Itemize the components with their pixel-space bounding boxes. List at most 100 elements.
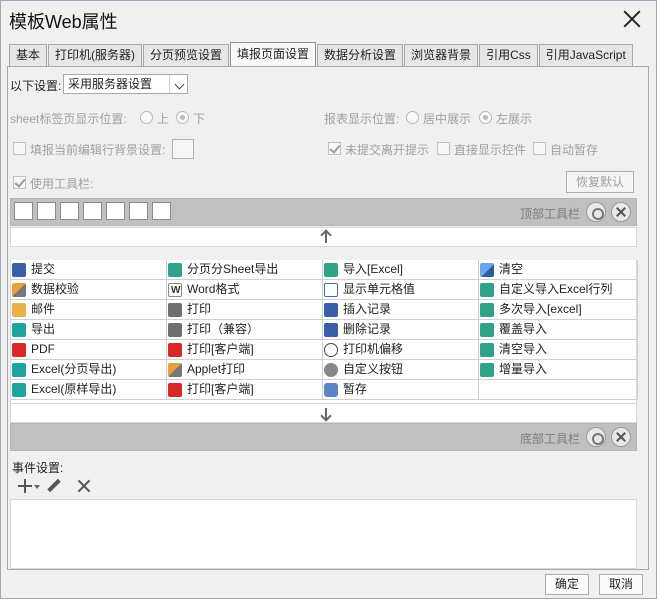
verify-icon[interactable] [37,202,56,220]
grid-button[interactable]: 自定义导入Excel行列 [479,280,638,300]
remove-icon[interactable] [76,478,92,494]
grid-button[interactable]: 打印[客户端] [167,380,323,400]
move-up-strip[interactable] [10,227,637,247]
dropdown-caret-icon[interactable] [34,485,40,489]
restore-default-button[interactable]: 恢复默认 [566,171,634,193]
mode-select[interactable]: 采用服务器设置 [63,74,188,94]
paint-bucket-icon[interactable] [172,139,194,159]
grid-button[interactable]: 自定义按钮 [323,360,479,380]
move-down-strip[interactable] [10,403,637,423]
grid-button[interactable]: 分页分Sheet导出 [167,260,323,280]
use-toolbar-checkbox[interactable] [13,176,26,189]
grid-button[interactable]: Excel(分页导出) [11,360,167,380]
teal-icon [12,383,26,397]
tab-fill-page[interactable]: 填报页面设置 [230,42,317,66]
grid-button[interactable]: 覆盖导入 [479,320,638,340]
grid-button [479,380,638,400]
grid-button-label: 清空 [499,262,524,276]
grid-button-label: 打印[客户端] [187,342,254,356]
edit-icon[interactable] [47,478,61,493]
sheet-up-label: 上 [157,112,170,126]
submit-icon[interactable] [14,202,33,220]
unsubmit-checkbox[interactable] [328,142,341,155]
sheet-position-label: sheet标签页显示位置: [10,112,127,126]
report-center-label: 居中展示 [423,112,472,126]
tab-page-preview[interactable]: 分页预览设置 [143,44,230,66]
print-icon[interactable] [60,202,79,220]
add-icon[interactable] [18,479,32,493]
event-list[interactable] [10,499,637,569]
delete-icon[interactable] [611,427,631,447]
grid-button[interactable]: 打印机偏移 [323,340,479,360]
blank-icon[interactable] [152,202,171,220]
grid-button-label: 增量导入 [499,362,548,376]
autosave-checkbox[interactable] [533,142,546,155]
top-toolbar-bar: 顶部工具栏 [10,198,637,226]
grid-button-label: 打印机偏移 [343,342,404,356]
eraser-icon [480,263,494,277]
ok-button[interactable]: 确定 [545,574,589,595]
sheet-up-radio[interactable] [140,111,153,124]
gray-icon [168,323,182,337]
grid-button[interactable]: 删除记录 [323,320,479,340]
grid-button[interactable]: 提交 [11,260,167,280]
grid-button[interactable]: 打印[客户端] [167,340,323,360]
grid-button-label: Word格式 [187,282,240,296]
tab-browser-bg[interactable]: 浏览器背景 [404,44,479,66]
insert-row-icon[interactable] [129,202,148,220]
dialog-window: 模板Web属性 基本 打印机(服务器) 分页预览设置 填报页面设置 数据分析设置… [0,0,657,599]
direct-control-checkbox[interactable] [437,142,450,155]
grid-button-label: 自定义按钮 [343,362,404,376]
grid-button[interactable]: Applet打印 [167,360,323,380]
green-icon [168,263,182,277]
tab-printer-server[interactable]: 打印机(服务器) [48,44,143,66]
grid-button[interactable]: Word格式 [167,280,323,300]
grid-button-label: Excel(原样导出) [31,382,117,396]
report-left-radio[interactable] [479,111,492,124]
grid-button[interactable]: 数据校验 [11,280,167,300]
export-icon[interactable] [83,202,102,220]
tab-javascript[interactable]: 引用JavaScript [538,44,633,66]
grid-button[interactable]: 清空导入 [479,340,638,360]
grid-button[interactable]: 打印 [167,300,323,320]
report-left-label: 左展示 [496,112,533,126]
report-center-radio[interactable] [406,111,419,124]
grid-button-label: 自定义导入Excel行列 [499,282,613,296]
gear-icon[interactable] [586,427,606,447]
grid-button[interactable]: 邮件 [11,300,167,320]
grid-button[interactable]: 打印（兼容） [167,320,323,340]
grid-button[interactable]: 导入[Excel] [323,260,479,280]
tab-css[interactable]: 引用Css [479,44,538,66]
mail-icon[interactable] [106,202,125,220]
grid-button[interactable]: 多次导入[excel] [479,300,638,320]
sheet-down-radio[interactable] [176,111,189,124]
grid-button[interactable]: 清空 [479,260,638,280]
chevron-down-icon [169,75,187,93]
grid-button[interactable]: 导出 [11,320,167,340]
close-icon[interactable] [620,7,644,31]
bg-setting-checkbox[interactable] [13,142,26,155]
tab-bar: 基本 打印机(服务器) 分页预览设置 填报页面设置 数据分析设置 浏览器背景 引… [9,42,634,66]
tab-basic[interactable]: 基本 [9,44,48,66]
grid-button[interactable]: 增量导入 [479,360,638,380]
grid-button[interactable]: Excel(原样导出) [11,380,167,400]
mode-select-value: 采用服务器设置 [68,77,153,91]
grid-button-label: 清空导入 [499,342,548,356]
grid-button[interactable]: 暂存 [323,380,479,400]
grid-button-label: 分页分Sheet导出 [187,262,279,276]
green-icon [324,263,338,277]
bottom-toolbar-bar: 底部工具栏 [10,423,637,451]
grid-button[interactable]: 显示单元格值 [323,280,479,300]
button-grid: 提交分页分Sheet导出导入[Excel]清空数据校验Word格式显示单元格值自… [10,260,638,403]
grid-button-label: 显示单元格值 [343,282,416,296]
red-icon [168,383,182,397]
cancel-button[interactable]: 取消 [599,574,643,595]
tab-data-analysis[interactable]: 数据分析设置 [317,44,404,66]
arrows-icon [324,343,338,357]
grid-button[interactable]: 插入记录 [323,300,479,320]
gear-icon[interactable] [586,202,606,222]
delete-icon[interactable] [611,202,631,222]
clock-icon [324,383,338,397]
pencil-icon [168,363,182,377]
grid-button[interactable]: PDF [11,340,167,360]
